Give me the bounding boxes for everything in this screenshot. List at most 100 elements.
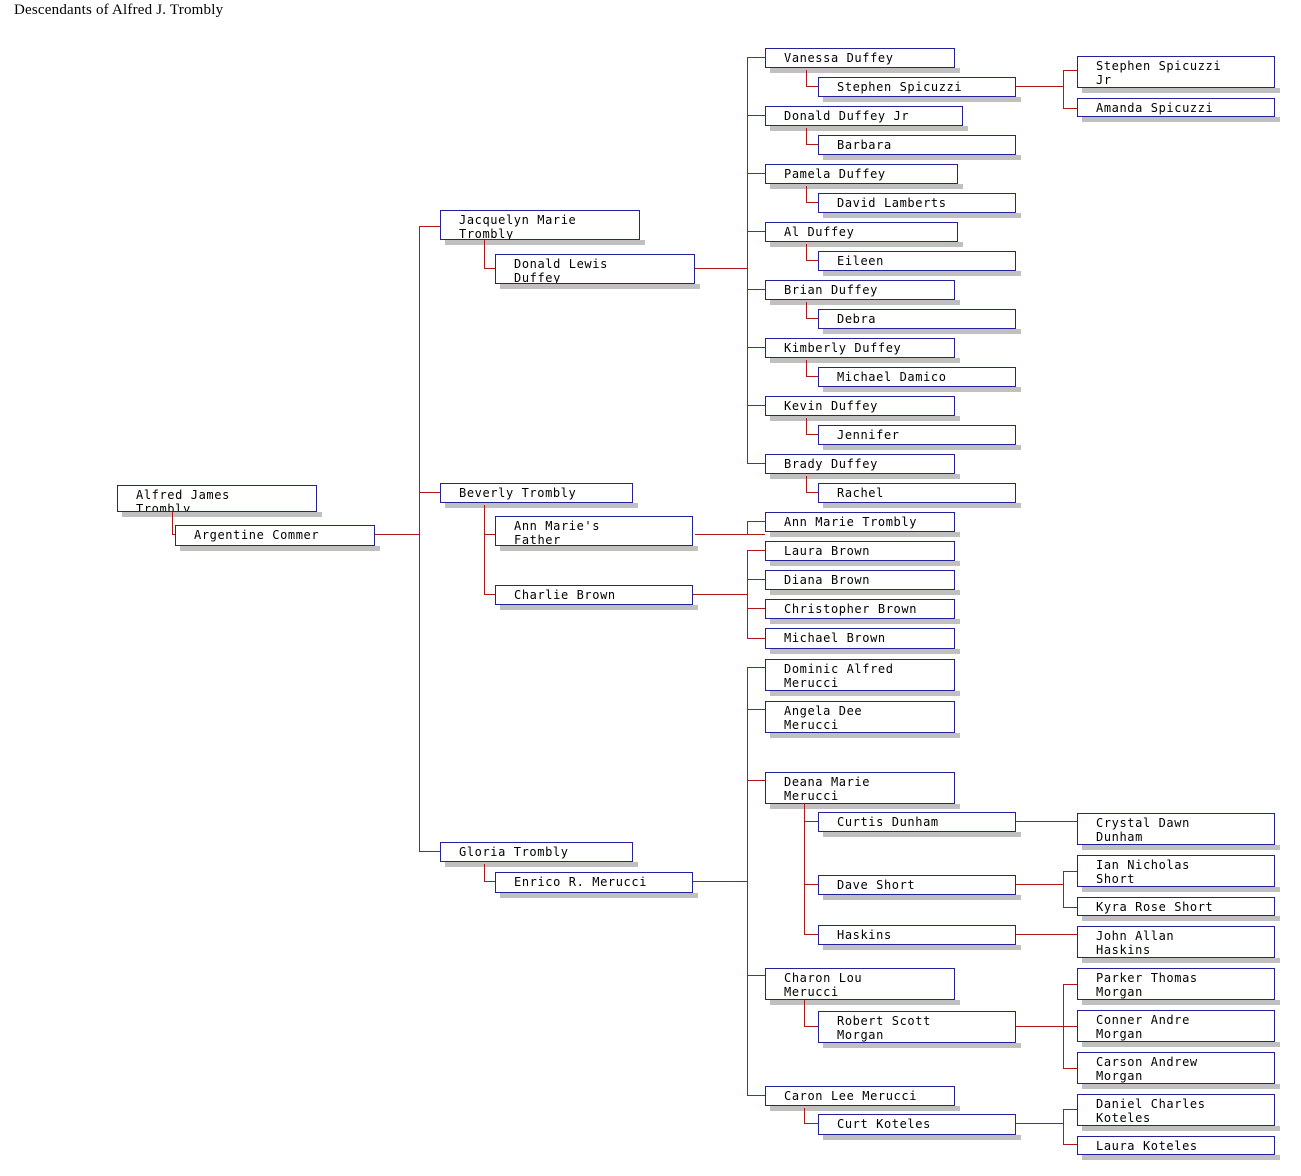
connector-couple-kevin-v (806, 418, 807, 434)
node-shadow (823, 155, 1021, 160)
person-node-stephen-spicuzzi[interactable]: Stephen Spicuzzi (818, 77, 1016, 97)
person-node-haskins[interactable]: Haskins (818, 925, 1016, 945)
person-node-donald-lewis-duffey[interactable]: Donald Lewis Duffey (495, 254, 695, 284)
connector-trunk-deana (747, 780, 765, 781)
person-node-kevin-duffey[interactable]: Kevin Duffey (765, 396, 955, 416)
person-node-vanessa-duffey[interactable]: Vanessa Duffey (765, 48, 955, 68)
connector-trunk-ian (1063, 871, 1077, 872)
person-node-gloria-trombly[interactable]: Gloria Trombly (440, 842, 633, 862)
person-node-curt-koteles[interactable]: Curt Koteles (818, 1114, 1016, 1135)
connector-couple-kimberly-v (806, 360, 807, 376)
node-shadow (823, 895, 1021, 900)
connector-trunk-pamela (747, 173, 765, 174)
connector-couple-al-v (806, 244, 807, 260)
node-shadow (1082, 117, 1280, 122)
node-shadow (500, 893, 698, 898)
node-shadow (770, 126, 968, 131)
person-node-christopher-brown[interactable]: Christopher Brown (765, 599, 955, 619)
node-shadow (770, 300, 960, 305)
node-shadow (770, 691, 960, 696)
person-node-ian-nicholas-short[interactable]: Ian Nicholas Short (1077, 855, 1275, 887)
person-node-beverly-trombly[interactable]: Beverly Trombly (440, 483, 633, 503)
person-node-jennifer[interactable]: Jennifer (818, 425, 1016, 445)
person-node-charlie-brown[interactable]: Charlie Brown (495, 585, 693, 605)
person-node-al-duffey[interactable]: Al Duffey (765, 222, 958, 242)
connector-annmariefather-to-child (695, 534, 765, 535)
person-node-curtis-dunham[interactable]: Curtis Dunham (818, 812, 1016, 832)
person-node-laura-koteles[interactable]: Laura Koteles (1077, 1136, 1275, 1155)
node-shadow (770, 590, 960, 595)
node-shadow (1082, 958, 1280, 963)
person-node-kyra-rose-short[interactable]: Kyra Rose Short (1077, 897, 1275, 916)
person-node-david-lamberts[interactable]: David Lamberts (818, 193, 1016, 213)
person-node-robert-scott-morgan[interactable]: Robert Scott Morgan (818, 1011, 1016, 1043)
person-node-dave-short[interactable]: Dave Short (818, 875, 1016, 895)
person-node-amanda-spicuzzi[interactable]: Amanda Spicuzzi (1077, 98, 1275, 117)
person-node-daniel-charles-koteles[interactable]: Daniel Charles Koteles (1077, 1094, 1275, 1126)
trunk-gen2 (419, 226, 420, 851)
person-node-barbara[interactable]: Barbara (818, 135, 1016, 155)
connector-duffey-to-trunk (692, 268, 747, 269)
connector-couple-caron-h (804, 1123, 818, 1124)
person-node-charon-lou-merucci[interactable]: Charon Lou Merucci (765, 968, 955, 1000)
person-node-eileen[interactable]: Eileen (818, 251, 1016, 271)
connector-couple-kimberly-h (806, 376, 818, 377)
connector-trunk-stephenjr (1063, 70, 1077, 71)
node-shadow (180, 546, 380, 551)
person-node-john-allan-haskins[interactable]: John Allan Haskins (1077, 926, 1275, 958)
person-node-diana-brown[interactable]: Diana Brown (765, 570, 955, 590)
connector-trunk-jacquelyn (419, 226, 440, 227)
connector-deana-haskins (804, 934, 818, 935)
connector-trunk-angela (747, 709, 765, 710)
person-node-laura-brown[interactable]: Laura Brown (765, 541, 955, 561)
trunk-beverly-spouses (484, 505, 485, 594)
node-shadow (122, 512, 322, 517)
person-node-deana-marie-merucci[interactable]: Deana Marie Merucci (765, 772, 955, 804)
node-shadow (770, 242, 963, 247)
node-shadow (823, 97, 1021, 102)
person-node-caron-lee-merucci[interactable]: Caron Lee Merucci (765, 1086, 955, 1106)
connector-trunk-michaelbrown (747, 638, 765, 639)
person-node-donald-duffey-jr[interactable]: Donald Duffey Jr (765, 106, 963, 126)
person-node-michael-damico[interactable]: Michael Damico (818, 367, 1016, 387)
trunk-koteles-children (1063, 1109, 1064, 1144)
node-shadow (1082, 887, 1280, 892)
person-node-parker-thomas-morgan[interactable]: Parker Thomas Morgan (1077, 968, 1275, 1000)
node-shadow (770, 358, 960, 363)
person-node-stephen-spicuzzi-jr[interactable]: Stephen Spicuzzi Jr (1077, 56, 1275, 88)
connector-charlie-to-trunk (692, 594, 747, 595)
connector-trunk-christopher (747, 608, 765, 609)
person-node-jacquelyn-marie-trombly[interactable]: Jacquelyn Marie Trombly (440, 210, 640, 240)
person-node-dominic-alfred-merucci[interactable]: Dominic Alfred Merucci (765, 659, 955, 691)
person-node-ann-marie-trombly[interactable]: Ann Marie Trombly (765, 512, 955, 532)
node-shadow (770, 649, 960, 654)
node-shadow (1082, 1000, 1280, 1005)
descendant-chart: Descendants of Alfred J. Trombly Alfred … (0, 0, 1301, 1176)
person-node-ann-maries-father[interactable]: Ann Marie's Father (495, 516, 693, 546)
person-node-michael-brown[interactable]: Michael Brown (765, 628, 955, 649)
trunk-brown-children (747, 550, 748, 638)
person-node-crystal-dawn-dunham[interactable]: Crystal Dawn Dunham (1077, 813, 1275, 845)
person-node-rachel[interactable]: Rachel (818, 483, 1016, 503)
person-node-angela-dee-merucci[interactable]: Angela Dee Merucci (765, 701, 955, 733)
person-node-pamela-duffey[interactable]: Pamela Duffey (765, 164, 958, 184)
node-shadow (823, 271, 1021, 276)
node-shadow (1082, 1126, 1280, 1131)
node-shadow (1082, 1155, 1280, 1160)
person-node-enrico-r-merucci[interactable]: Enrico R. Merucci (495, 872, 693, 893)
node-shadow (500, 284, 700, 289)
connector-deana-dave (804, 884, 818, 885)
node-shadow (823, 945, 1021, 950)
person-node-carson-andrew-morgan[interactable]: Carson Andrew Morgan (1077, 1052, 1275, 1084)
person-node-debra[interactable]: Debra (818, 309, 1016, 329)
person-node-kimberly-duffey[interactable]: Kimberly Duffey (765, 338, 955, 358)
person-node-brady-duffey[interactable]: Brady Duffey (765, 454, 955, 474)
person-node-alfred-james-trombly[interactable]: Alfred James Trombly (117, 485, 317, 512)
person-node-argentine-commer[interactable]: Argentine Commer (175, 525, 375, 546)
node-shadow (770, 619, 960, 624)
trunk-annmarie (747, 521, 748, 534)
node-shadow (770, 733, 960, 738)
person-node-brian-duffey[interactable]: Brian Duffey (765, 280, 955, 300)
connector-couple-brian-v (806, 302, 807, 318)
person-node-conner-andre-morgan[interactable]: Conner Andre Morgan (1077, 1010, 1275, 1042)
